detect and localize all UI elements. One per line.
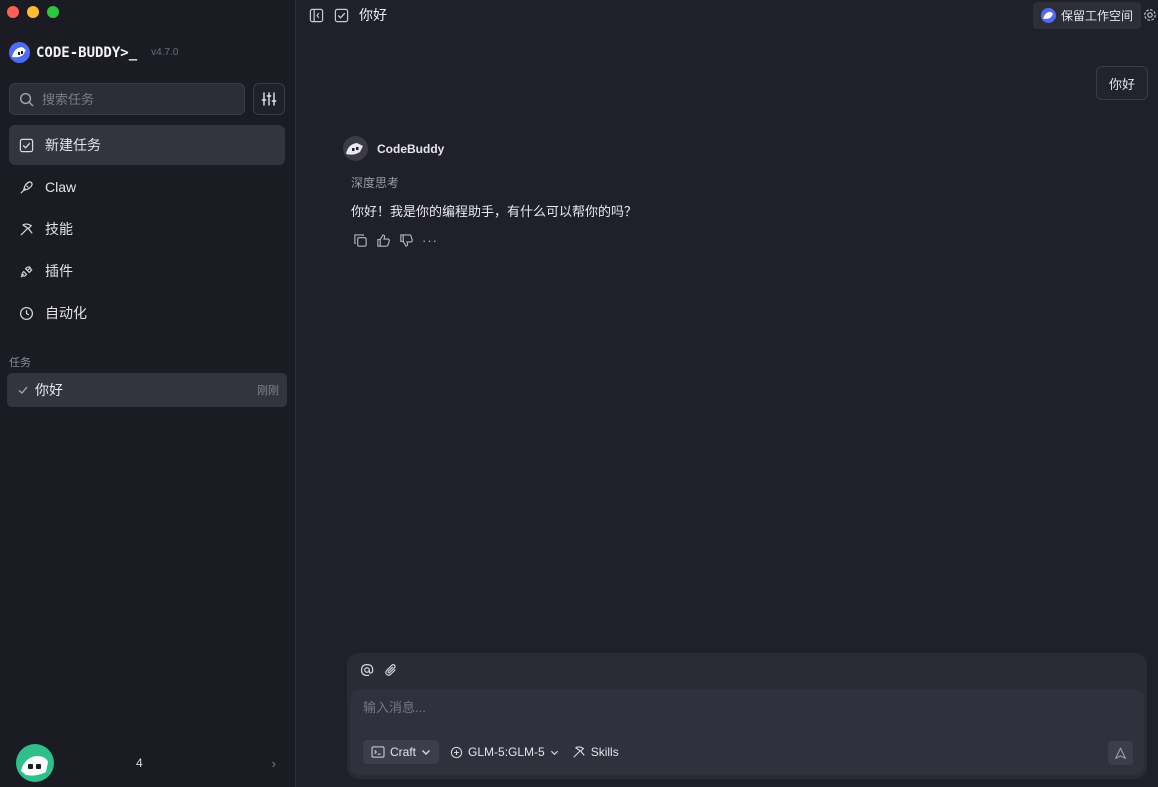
- composer: Craft GLM-5:GLM-5 Skills: [347, 653, 1147, 779]
- brand: CODE-BUDDY>_ v4.7.0: [9, 42, 178, 63]
- sidebar-nav: 新建任务 Claw 技能 插件 自动化: [9, 125, 285, 335]
- mode-label: Craft: [390, 745, 417, 759]
- composer-options: Craft GLM-5:GLM-5 Skills: [363, 740, 621, 764]
- minimize-window-button[interactable]: [27, 6, 39, 18]
- sidebar: CODE-BUDDY>_ v4.7.0 新建任务: [0, 0, 296, 787]
- search-input[interactable]: [42, 91, 222, 107]
- sidebar-item-automation[interactable]: 自动化: [9, 293, 285, 333]
- model-selector[interactable]: GLM-5:GLM-5: [448, 745, 561, 759]
- task-time: 刚刚: [257, 385, 279, 397]
- message-actions: ···: [353, 233, 438, 248]
- app-version: v4.7.0: [151, 47, 179, 58]
- claw-icon: [20, 180, 33, 194]
- chevron-right-icon: ›: [271, 755, 276, 771]
- copy-icon[interactable]: [353, 233, 368, 248]
- filter-button[interactable]: [253, 83, 285, 115]
- task-item[interactable]: 你好 刚刚: [7, 373, 287, 407]
- chevron-down-icon: [550, 750, 558, 755]
- search-box[interactable]: [9, 83, 245, 115]
- message-input[interactable]: [363, 700, 1063, 715]
- model-label: GLM-5:GLM-5: [468, 745, 545, 759]
- close-window-button[interactable]: [7, 6, 19, 18]
- sidebar-item-skills[interactable]: 技能: [9, 209, 285, 249]
- model-icon: [450, 746, 463, 758]
- plugin-icon: [20, 265, 33, 278]
- thumbs-up-icon[interactable]: [376, 233, 391, 248]
- new-task-icon[interactable]: [334, 8, 349, 23]
- more-options-icon[interactable]: ···: [422, 233, 438, 248]
- page-title: 你好: [359, 7, 387, 23]
- attachment-icon[interactable]: [384, 663, 398, 677]
- assistant-reply: 你好！我是你的编程助手，有什么可以帮你的吗？: [351, 204, 638, 219]
- skills-icon: [20, 222, 33, 236]
- top-bar: 你好 保留工作空间: [297, 0, 1158, 30]
- zoom-window-button[interactable]: [47, 6, 59, 18]
- sidebar-item-plugins[interactable]: 插件: [9, 251, 285, 291]
- sidebar-item-label: 自动化: [45, 305, 87, 321]
- send-icon: [1115, 747, 1126, 759]
- skills-icon: [573, 746, 585, 758]
- toggle-sidebar-icon[interactable]: [309, 8, 324, 23]
- sidebar-item-new-task[interactable]: 新建任务: [9, 125, 285, 165]
- terminal-icon: [371, 746, 385, 758]
- sidebar-item-label: Claw: [45, 179, 77, 195]
- keep-workspace-button[interactable]: 保留工作空间: [1032, 2, 1141, 29]
- send-button[interactable]: [1108, 741, 1133, 765]
- user-name: 4: [136, 756, 143, 770]
- skills-label: Skills: [590, 745, 619, 759]
- thumbs-down-icon[interactable]: [399, 233, 414, 248]
- window-controls: [7, 6, 59, 18]
- clock-icon: [19, 306, 34, 320]
- gear-icon[interactable]: [1143, 8, 1157, 22]
- user-profile[interactable]: 4 ›: [16, 744, 282, 782]
- codebuddy-logo-icon: [1040, 8, 1056, 23]
- mention-icon[interactable]: [360, 663, 374, 677]
- search-icon: [19, 92, 34, 106]
- assistant-avatar: [343, 136, 368, 161]
- user-message: 你好: [1095, 66, 1148, 100]
- sidebar-item-label: 新建任务: [45, 137, 101, 153]
- check-icon: [18, 386, 28, 394]
- sliders-icon: [261, 92, 277, 106]
- composer-tools: [360, 663, 398, 677]
- avatar: [16, 744, 54, 782]
- keep-workspace-label: 保留工作空间: [1060, 9, 1133, 23]
- tasks-section-label: 任务: [9, 357, 31, 369]
- chevron-down-icon: [422, 750, 431, 755]
- assistant-name: CodeBuddy: [377, 141, 445, 156]
- assistant-header: CodeBuddy: [343, 136, 444, 161]
- sidebar-item-label: 技能: [45, 221, 73, 237]
- brand-name: CODE-BUDDY>_: [36, 44, 138, 61]
- codebuddy-logo-icon: [9, 42, 30, 63]
- new-task-icon: [19, 138, 34, 152]
- skills-selector[interactable]: Skills: [570, 745, 621, 759]
- mode-selector[interactable]: Craft: [363, 740, 440, 764]
- message-input-area: Craft GLM-5:GLM-5 Skills: [350, 689, 1144, 775]
- sidebar-item-label: 插件: [45, 263, 73, 279]
- task-title: 你好: [35, 382, 63, 398]
- thinking-label[interactable]: 深度思考: [351, 174, 399, 191]
- sidebar-item-claw[interactable]: Claw: [9, 167, 285, 207]
